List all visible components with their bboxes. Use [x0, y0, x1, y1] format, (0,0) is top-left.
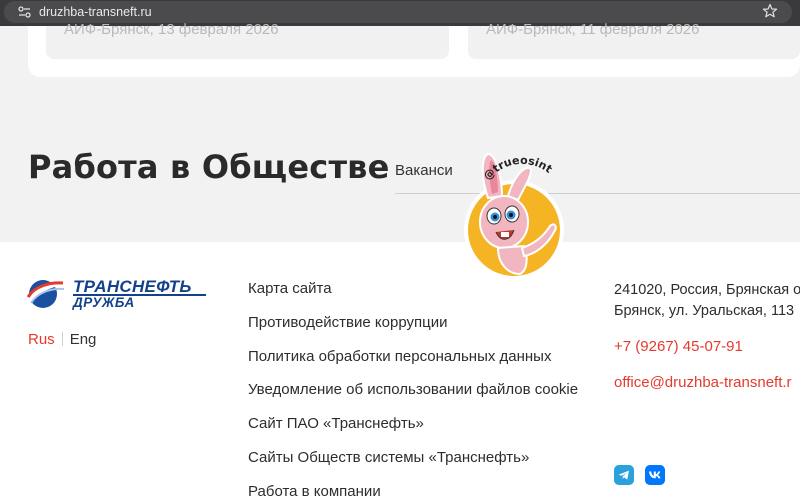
phone-link[interactable]: +7 (9267) 45-07-91	[614, 338, 743, 355]
url-text[interactable]: druzhba-transneft.ru	[39, 5, 152, 19]
news-source-date: АИФ-Брянск, 13 февраля 2026	[64, 21, 279, 38]
star-icon[interactable]	[762, 3, 778, 19]
site-settings-icon[interactable]	[18, 6, 31, 18]
rabbit-sticker-icon: @trueosint	[464, 152, 564, 278]
footer-link-careers[interactable]: Работа в компании	[248, 483, 578, 501]
news-source-date: АИФ-Брянск, 11 февраля 2026	[486, 21, 700, 38]
logo-subtitle: ДРУЖБА	[73, 295, 135, 310]
transneft-logo-icon	[26, 280, 65, 308]
url-field[interactable]: druzhba-transneft.ru	[4, 1, 792, 23]
lang-separator	[61, 332, 63, 346]
footer-link-privacy-policy[interactable]: Политика обработки персональных данных	[248, 348, 578, 382]
email-link[interactable]: office@druzhba-transneft.r	[614, 374, 792, 391]
address-line: 241020, Россия, Брянская о	[614, 282, 800, 298]
telegram-icon[interactable]	[614, 465, 634, 485]
footer-link-transneft-site[interactable]: Сайт ПАО «Транснефть»	[248, 415, 578, 449]
footer-link-sitemap[interactable]: Карта сайта	[248, 280, 578, 314]
address-line: Брянск, ул. Уральская, 113	[614, 303, 795, 319]
footer-links: Карта сайта Противодействие коррупции По…	[248, 280, 578, 501]
divider	[395, 193, 800, 194]
section-title: Работа в Обществе	[28, 148, 390, 186]
language-switcher: Rus Eng	[28, 331, 96, 348]
postal-address: 241020, Россия, Брянская о Брянск, ул. У…	[614, 280, 800, 322]
company-logo[interactable]: ТРАНСНЕФТЬ ДРУЖБА	[26, 277, 216, 311]
lang-eng[interactable]: Eng	[70, 331, 97, 348]
footer-link-cookie-notice[interactable]: Уведомление об использовании файлов cook…	[248, 381, 578, 415]
footer-link-anticorruption[interactable]: Противодействие коррупции	[248, 314, 578, 348]
lang-rus[interactable]: Rus	[28, 331, 55, 348]
vacancies-link[interactable]: Ваканси	[395, 162, 453, 179]
vk-icon[interactable]	[645, 465, 665, 485]
footer-link-system-sites[interactable]: Сайты Обществ системы «Транснефть»	[248, 449, 578, 483]
